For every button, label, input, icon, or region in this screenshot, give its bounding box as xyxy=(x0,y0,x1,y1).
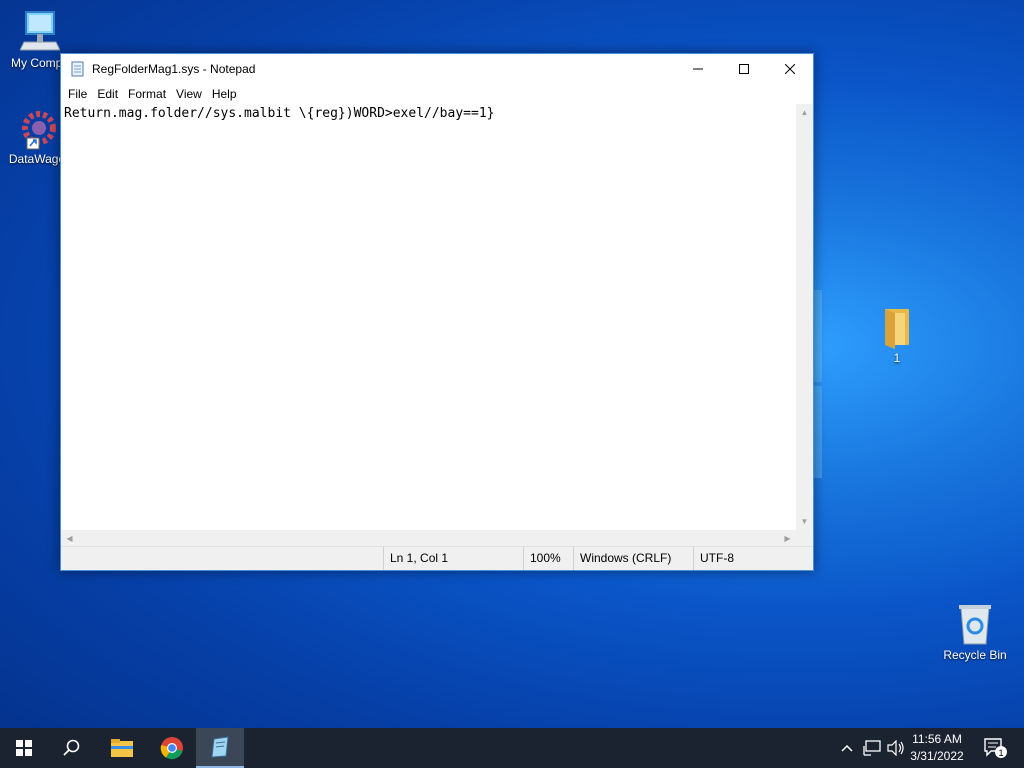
title-bar[interactable]: RegFolderMag1.sys - Notepad xyxy=(61,54,813,84)
start-button[interactable] xyxy=(0,728,48,768)
network-button[interactable] xyxy=(860,728,884,768)
menu-bar: File Edit Format View Help xyxy=(61,84,813,104)
window-title: RegFolderMag1.sys - Notepad xyxy=(92,62,256,76)
recycle-bin-icon xyxy=(959,605,991,645)
clock[interactable]: 11:56 AM 3/31/2022 xyxy=(902,731,972,765)
notepad-icon xyxy=(211,736,229,758)
close-button[interactable] xyxy=(767,54,813,84)
status-zoom: 100% xyxy=(523,547,574,570)
computer-icon xyxy=(20,11,60,51)
notepad-taskbar-button[interactable] xyxy=(196,728,244,768)
horizontal-scrollbar[interactable]: ◀ ▶ xyxy=(61,530,813,547)
clock-date: 3/31/2022 xyxy=(910,749,964,763)
network-icon xyxy=(863,740,881,756)
editor-content[interactable]: Return.mag.folder//sys.malbit \{reg})WOR… xyxy=(61,104,796,123)
close-icon xyxy=(785,64,795,74)
menu-format[interactable]: Format xyxy=(123,84,171,104)
menu-view[interactable]: View xyxy=(171,84,207,104)
chrome-icon xyxy=(160,737,183,760)
desktop-icon-folder-1[interactable]: 1 xyxy=(857,305,937,365)
minimize-icon xyxy=(693,68,703,70)
start-icon xyxy=(16,740,32,756)
scroll-right-icon[interactable]: ▶ xyxy=(779,534,796,543)
file-explorer-icon xyxy=(111,739,133,757)
desktop-icon-label: Recycle Bin xyxy=(943,648,1007,662)
search-button[interactable] xyxy=(48,728,96,768)
menu-help[interactable]: Help xyxy=(207,84,242,104)
file-explorer-button[interactable] xyxy=(98,728,146,768)
chrome-button[interactable] xyxy=(148,728,196,768)
status-line-ending: Windows (CRLF) xyxy=(573,547,692,570)
scroll-down-icon[interactable]: ▼ xyxy=(796,513,813,530)
search-icon xyxy=(63,739,80,756)
menu-file[interactable]: File xyxy=(63,84,92,104)
taskbar: 11:56 AM 3/31/2022 1 xyxy=(0,728,1024,768)
vertical-scrollbar[interactable]: ▲ ▼ xyxy=(796,104,813,530)
desktop-icon-recycle-bin[interactable]: Recycle Bin xyxy=(935,602,1015,662)
notepad-icon xyxy=(71,61,84,77)
notepad-window[interactable]: RegFolderMag1.sys - Notepad File Edit Fo… xyxy=(60,53,814,571)
text-editor[interactable]: Return.mag.folder//sys.malbit \{reg})WOR… xyxy=(61,104,796,530)
notification-icon: 1 xyxy=(984,738,1007,758)
folder-icon xyxy=(885,309,909,349)
status-bar: Ln 1, Col 1 100% Windows (CRLF) UTF-8 xyxy=(61,546,813,570)
scroll-up-icon[interactable]: ▲ xyxy=(796,104,813,121)
status-encoding: UTF-8 xyxy=(693,547,810,570)
chevron-up-icon xyxy=(841,744,853,752)
scroll-left-icon[interactable]: ◀ xyxy=(61,534,78,543)
gear-icon xyxy=(22,111,56,150)
clock-time: 11:56 AM xyxy=(912,732,962,746)
desktop-icon-label: DataWago xyxy=(8,152,66,166)
notification-center-button[interactable]: 1 xyxy=(978,728,1012,768)
status-position: Ln 1, Col 1 xyxy=(383,547,523,570)
menu-edit[interactable]: Edit xyxy=(92,84,123,104)
maximize-icon xyxy=(739,64,749,74)
show-hidden-icons-button[interactable] xyxy=(836,728,858,768)
desktop-icon-label: 1 xyxy=(893,351,901,365)
maximize-button[interactable] xyxy=(721,54,767,84)
notification-badge: 1 xyxy=(998,748,1003,758)
minimize-button[interactable] xyxy=(675,54,721,84)
